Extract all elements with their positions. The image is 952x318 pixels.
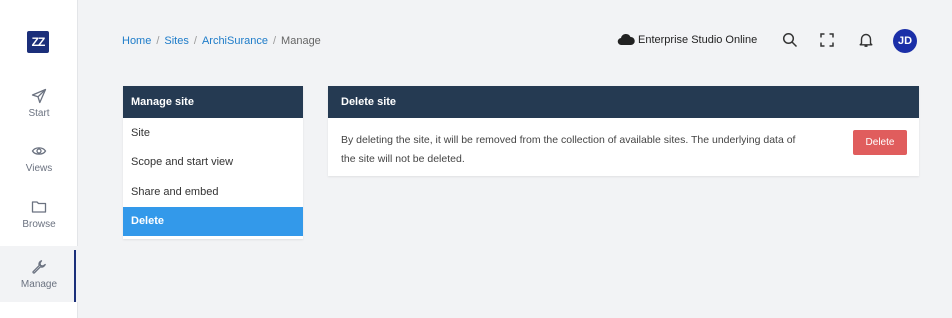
delete-button[interactable]: Delete: [853, 130, 907, 155]
breadcrumb: Home / Sites / ArchiSurance / Manage: [122, 35, 321, 47]
breadcrumb-archisurance[interactable]: ArchiSurance: [202, 35, 268, 47]
wrench-icon: [32, 259, 46, 274]
menu-item-scope[interactable]: Scope and start view: [123, 148, 303, 178]
breadcrumb-separator: /: [193, 35, 197, 47]
breadcrumb-sites[interactable]: Sites: [164, 35, 188, 47]
bell-icon: [859, 33, 873, 47]
menu-item-site[interactable]: Site: [123, 118, 303, 148]
app-logo[interactable]: ZZ: [27, 31, 49, 53]
notifications-button[interactable]: [857, 31, 875, 49]
fullscreen-button[interactable]: [818, 31, 836, 49]
studio-indicator[interactable]: Enterprise Studio Online: [617, 33, 757, 46]
avatar[interactable]: JD: [893, 29, 917, 53]
breadcrumb-separator: /: [272, 35, 277, 47]
sidebar-item-label: Manage: [20, 278, 58, 290]
breadcrumb-home[interactable]: Home: [122, 35, 151, 47]
top-bar: Home / Sites / ArchiSurance / Manage Enterpris…: [79, 0, 952, 84]
eye-icon: [31, 146, 47, 155]
breadcrumb-current: Manage: [281, 35, 321, 47]
sidebar-item-manage[interactable]: Manage: [0, 246, 78, 302]
sidebar-item-label: Views: [25, 162, 53, 174]
search-button[interactable]: [781, 31, 799, 49]
search-icon: [782, 32, 798, 48]
folder-icon: [31, 200, 47, 213]
manage-site-panel: Manage site Site Scope and start view Sh…: [123, 86, 303, 239]
fullscreen-icon: [820, 33, 834, 47]
sidebar-item-start[interactable]: Start: [0, 75, 78, 131]
sidebar-item-label: Browse: [22, 218, 56, 230]
menu-item-delete[interactable]: Delete: [123, 206, 303, 236]
sidebar-item-label: Start: [28, 107, 50, 119]
delete-site-panel: Delete site By deleting the site, it wil…: [328, 86, 919, 176]
manage-site-title: Manage site: [123, 86, 303, 118]
cloud-icon: [617, 33, 635, 46]
menu-item-share[interactable]: Share and embed: [123, 177, 303, 207]
sidebar: ZZ Start Views Browse Manage: [0, 0, 78, 318]
studio-label: Enterprise Studio Online: [638, 33, 758, 46]
sidebar-item-views[interactable]: Views: [0, 130, 78, 186]
breadcrumb-separator: /: [156, 35, 160, 47]
delete-site-title: Delete site: [328, 86, 919, 118]
sidebar-item-browse[interactable]: Browse: [0, 186, 78, 242]
delete-description: By deleting the site, it will be removed…: [341, 134, 796, 165]
send-icon: [31, 88, 47, 103]
